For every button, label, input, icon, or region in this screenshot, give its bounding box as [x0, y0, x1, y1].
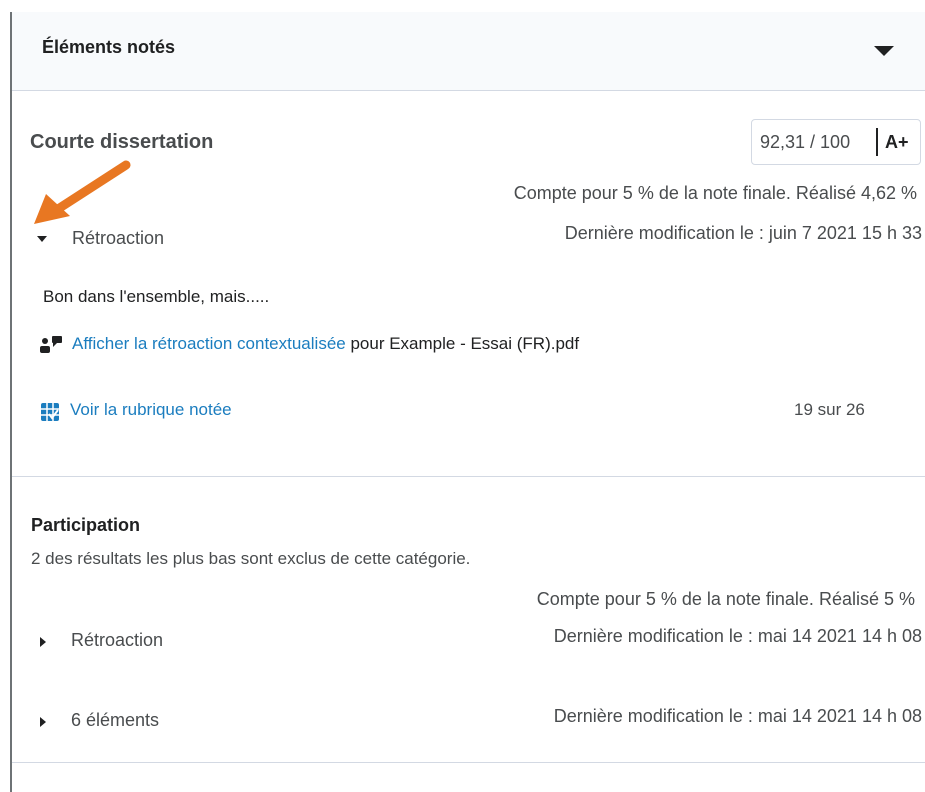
participation-weight: Compte pour 5 % de la note finale. Réali… [536, 589, 915, 609]
graded-items-header[interactable]: Éléments notés [12, 12, 925, 91]
caret-right-icon [40, 717, 46, 727]
feedback-toggle[interactable]: Rétroaction [31, 226, 181, 252]
participation-feedback-toggle[interactable]: Rétroaction [38, 628, 188, 654]
arrow-icon [34, 160, 131, 224]
rubric-score: 19 sur 26 [794, 400, 865, 419]
speech-bubbles-icon [40, 336, 62, 353]
participation-items-modified: Dernière modification le : mai 14 2021 1… [553, 706, 922, 726]
weight-text: Compte pour 5 % de la note finale. Réali… [513, 183, 917, 203]
participation-note: 2 des résultats les plus bas sont exclus… [31, 549, 471, 568]
caret-down-icon [37, 236, 47, 242]
panel-left-border [10, 12, 12, 792]
modified-text: Dernière modification le : juin 7 2021 1… [564, 223, 922, 243]
participation-feedback-label: Rétroaction [71, 630, 164, 650]
participation-title: Participation [31, 515, 141, 535]
grade-letter: A+ [885, 132, 909, 152]
participation-items-toggle[interactable]: 6 éléments [38, 708, 188, 734]
caret-right-icon [40, 637, 46, 647]
feedback-text: Bon dans l'ensemble, mais..... [43, 287, 270, 306]
item-title: Courte dissertation [30, 131, 214, 153]
grade-display: 92,31 / 100 A+ [751, 119, 921, 165]
participation-feedback-modified: Dernière modification le : mai 14 2021 1… [553, 626, 922, 646]
grade-value: 92,31 / 100 [760, 132, 851, 152]
feedback-toggle-label: Rétroaction [72, 228, 165, 248]
header-title: Éléments notés [42, 37, 176, 57]
participation-items-label: 6 éléments [71, 710, 160, 730]
inline-feedback-link[interactable]: Afficher la rétroaction contextualisée [72, 334, 346, 353]
section-divider [12, 476, 925, 477]
rubric-link[interactable]: Voir la rubrique notée [70, 400, 232, 420]
inline-feedback-suffix: pour Example - Essai (FR).pdf [350, 334, 580, 353]
rubric-icon [41, 403, 59, 421]
caret-down-icon[interactable] [874, 46, 894, 56]
section-divider [12, 762, 925, 763]
grade-separator [876, 128, 878, 156]
